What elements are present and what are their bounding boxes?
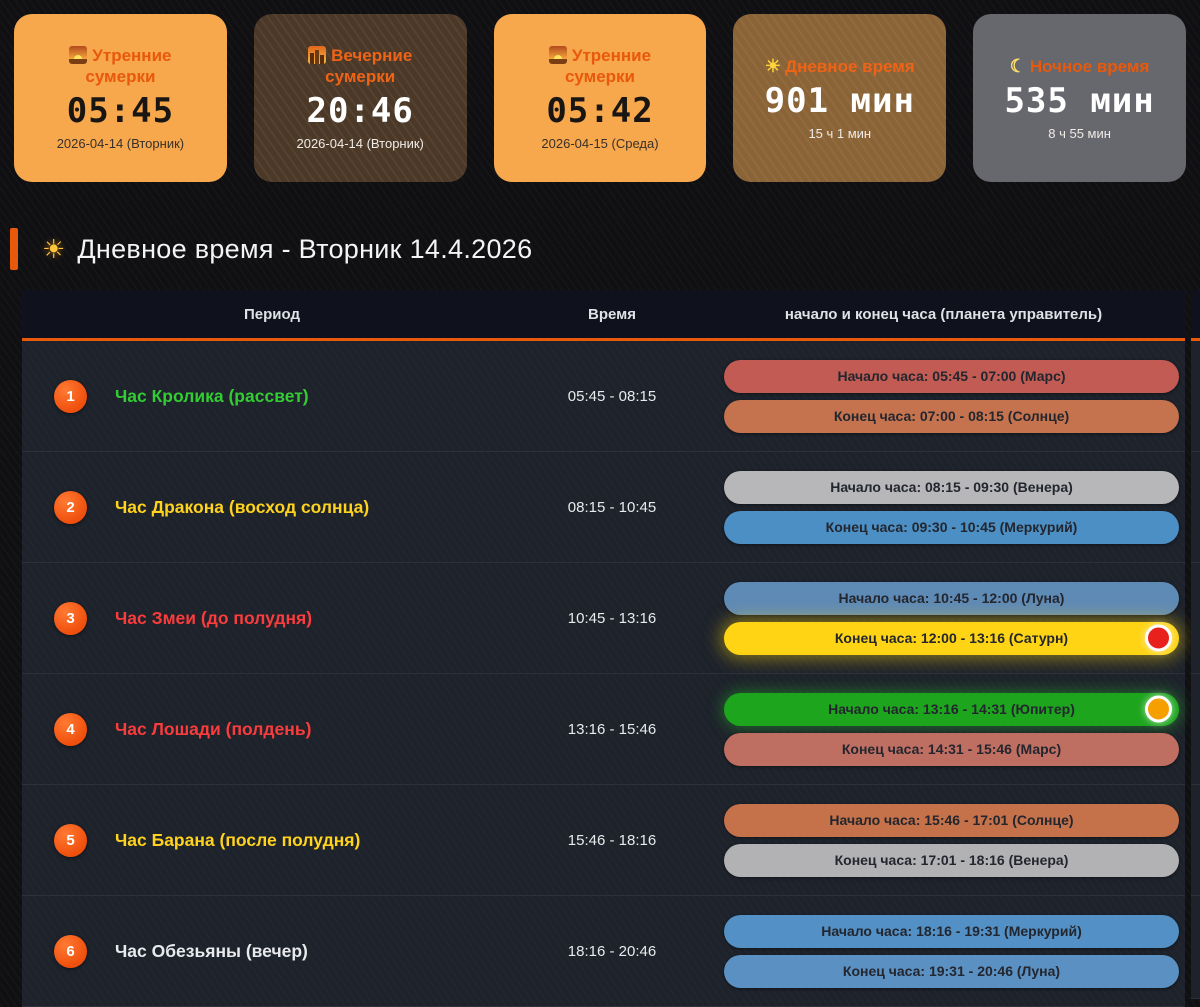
card-value: 535 мин — [1004, 81, 1155, 122]
active-indicator-icon — [1145, 695, 1172, 723]
card-value: 05:45 — [66, 91, 175, 132]
summary-cards: Утренние сумерки 05:45 2026-04-14 (Вторн… — [0, 0, 1200, 182]
hour-end-pill[interactable]: Конец часа: 19:31 - 20:46 (Луна) — [724, 954, 1179, 988]
table-row: 1 Час Кролика (рассвет) 05:45 - 08:15 На… — [22, 341, 1185, 452]
period-time-range: 10:45 - 13:16 — [567, 609, 657, 627]
period-time-range: 13:16 - 15:46 — [567, 720, 657, 738]
daytime-hours-table: Период Время начало и конец часа (планет… — [22, 290, 1200, 1007]
row-number-badge: 5 — [54, 823, 87, 857]
period-time-range: 18:16 - 20:46 — [567, 942, 657, 960]
card-subtitle: 2026-04-14 (Вторник) — [296, 136, 424, 152]
hour-start-pill[interactable]: Начало часа: 08:15 - 09:30 (Венера) — [724, 470, 1179, 504]
hour-start-pill-active[interactable]: Начало часа: 13:16 - 14:31 (Юпитер) — [724, 692, 1179, 726]
card-subtitle: 2026-04-14 (Вторник) — [56, 136, 185, 152]
row-number-badge: 2 — [54, 490, 87, 524]
hour-end-pill[interactable]: Конец часа: 07:00 - 08:15 (Солнце) — [724, 399, 1179, 433]
hour-end-pill[interactable]: Конец часа: 09:30 - 10:45 (Меркурий) — [724, 510, 1179, 544]
card-title: Вечерние сумерки — [284, 45, 436, 88]
card-subtitle: 15 ч 1 мин — [808, 126, 872, 142]
table-row: 3 Час Змеи (до полудня) 10:45 - 13:16 На… — [22, 563, 1185, 674]
card-morning-twilight-1: Утренние сумерки 05:45 2026-04-14 (Вторн… — [14, 14, 227, 182]
card-title: ☾ Ночное время — [1009, 55, 1150, 76]
row-number-badge: 4 — [54, 712, 87, 746]
period-time-range: 15:46 - 18:16 — [567, 831, 657, 849]
column-header-hours: начало и конец часа (планета управитель) — [784, 305, 1103, 323]
moon-icon: ☾ — [1009, 55, 1026, 76]
table-row: 5 Час Барана (после полудня) 15:46 - 18:… — [22, 785, 1185, 896]
card-subtitle: 2026-04-15 (Среда) — [541, 136, 659, 152]
card-daytime: ☀ Дневное время 901 мин 15 ч 1 мин — [733, 14, 947, 182]
period-name: Час Барана (после полудня) — [115, 829, 361, 850]
column-header-time: Время — [588, 305, 636, 323]
sun-icon: ☀ — [764, 55, 782, 76]
period-name: Час Обезьяны (вечер) — [115, 940, 308, 961]
sun-icon: ☀ — [42, 233, 66, 264]
table-row: 4 Час Лошади (полдень) 13:16 - 15:46 Нач… — [22, 674, 1185, 785]
row-number-badge: 3 — [54, 601, 87, 635]
card-value: 05:42 — [546, 91, 654, 132]
card-title: Утренние сумерки — [524, 45, 676, 88]
card-title: ☀ Дневное время — [764, 55, 915, 76]
table-row: 6 Час Обезьяны (вечер) 18:16 - 20:46 Нач… — [22, 896, 1185, 1007]
card-subtitle: 8 ч 55 мин — [1048, 126, 1111, 142]
card-title: Утренние сумерки — [44, 45, 196, 88]
hour-end-pill-active[interactable]: Конец часа: 12:00 - 13:16 (Сатурн) — [724, 621, 1179, 655]
card-evening-twilight: Вечерние сумерки 20:46 2026-04-14 (Вторн… — [253, 14, 467, 182]
sunrise-icon — [69, 45, 88, 64]
hour-end-pill[interactable]: Конец часа: 14:31 - 15:46 (Марс) — [724, 732, 1179, 766]
accent-bar — [10, 228, 18, 270]
period-time-range: 08:15 - 10:45 — [567, 498, 657, 516]
card-nighttime: ☾ Ночное время 535 мин 8 ч 55 мин — [973, 14, 1186, 182]
table-header-row: Период Время начало и конец часа (планет… — [22, 290, 1185, 341]
hour-start-pill[interactable]: Начало часа: 05:45 - 07:00 (Марс) — [724, 359, 1179, 393]
cityscape-dusk-icon — [308, 45, 327, 64]
column-header-period: Период — [244, 305, 300, 323]
period-time-range: 05:45 - 08:15 — [567, 387, 657, 405]
section-header: ☀ Дневное время - Вторник 14.4.2026 — [10, 228, 1200, 270]
period-name: Час Лошади (полдень) — [115, 718, 312, 739]
hour-start-pill[interactable]: Начало часа: 18:16 - 19:31 (Меркурий) — [724, 914, 1179, 948]
sunrise-icon — [548, 45, 567, 64]
table-overflow-sliver — [1191, 290, 1200, 999]
card-value: 20:46 — [306, 91, 414, 132]
row-number-badge: 6 — [54, 934, 87, 968]
row-number-badge: 1 — [54, 379, 87, 413]
hour-start-pill[interactable]: Начало часа: 15:46 - 17:01 (Солнце) — [724, 803, 1179, 837]
page-title: Дневное время - Вторник 14.4.2026 — [77, 233, 533, 264]
card-morning-twilight-2: Утренние сумерки 05:42 2026-04-15 (Среда… — [493, 14, 707, 182]
period-name: Час Змеи (до полудня) — [115, 607, 313, 628]
period-name: Час Дракона (восход солнца) — [115, 496, 370, 517]
hour-end-pill[interactable]: Конец часа: 17:01 - 18:16 (Венера) — [724, 843, 1179, 877]
table-row: 2 Час Дракона (восход солнца) 08:15 - 10… — [22, 452, 1185, 563]
hour-start-pill[interactable]: Начало часа: 10:45 - 12:00 (Луна) — [724, 581, 1179, 615]
active-indicator-icon — [1145, 624, 1172, 652]
period-name: Час Кролика (рассвет) — [115, 385, 309, 406]
card-value: 901 мин — [764, 81, 915, 122]
